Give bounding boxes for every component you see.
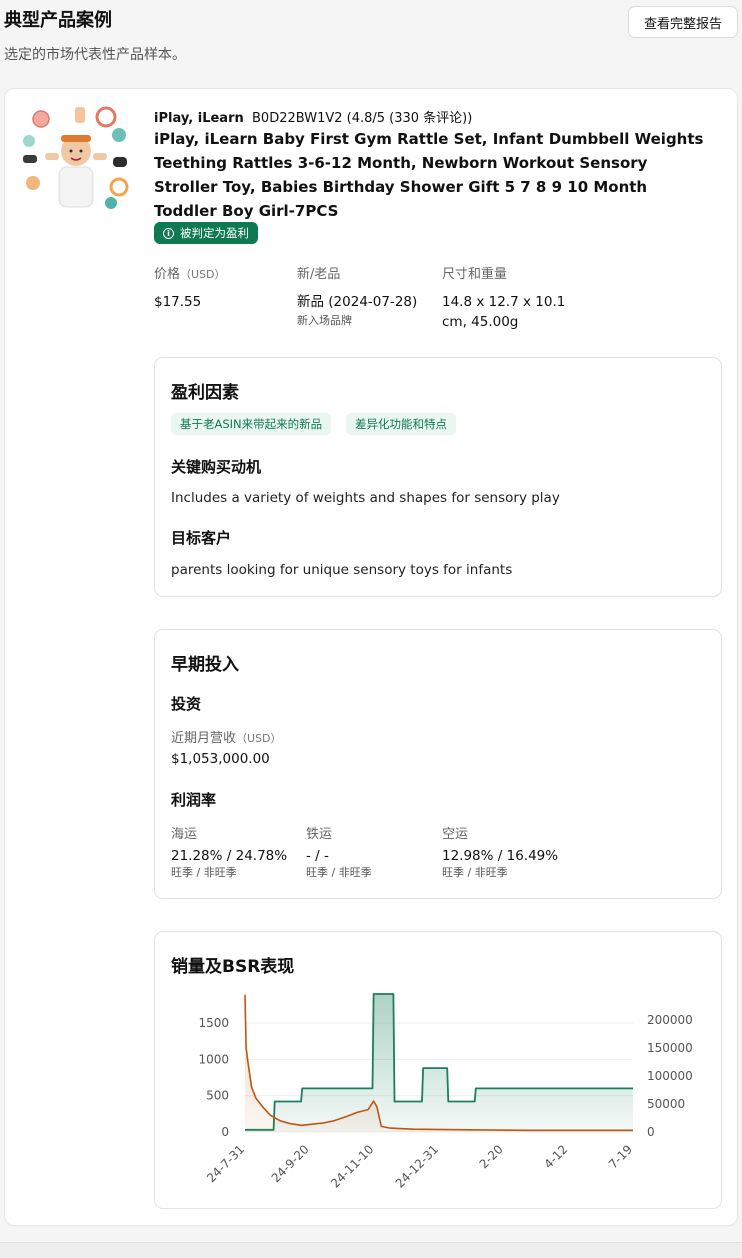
x-axis-tick: 7-19 (606, 1142, 635, 1171)
asin-rating: B0D22BW1V2 (4.8/5 (330 条评论)) (252, 111, 473, 126)
sales-bsr-card: 销量及BSR表现 0 500 1000 1500 0 50000 100000 150000 2… (154, 931, 722, 1209)
profit-factors-title: 盈利因素 (171, 383, 239, 403)
early-investment-card: 早期投入 投资 近期月营收（USD） $1,053,000.00 利润率 海运 … (154, 629, 722, 899)
customer-title: 目标客户 (171, 529, 232, 547)
x-axis-tick: 2-20 (477, 1142, 506, 1171)
revenue-label: 近期月营收 (171, 731, 237, 746)
price-label: 价格 (154, 267, 181, 282)
right-axis-tick: 0 (647, 1125, 655, 1139)
x-axis-tick: 24-12-31 (393, 1142, 441, 1190)
motive-title: 关键购买动机 (171, 458, 262, 476)
margin-value: 12.98% / 16.49% (442, 848, 559, 864)
age-sub: 新入场品牌 (297, 314, 352, 327)
info-icon: i (163, 227, 174, 239)
page-subtitle: 选定的市场代表性产品样本。 (4, 47, 186, 63)
age-field: 新/老品 新品 (2024-07-28) 新入场品牌 (297, 263, 417, 328)
price-unit: （USD） (180, 268, 226, 281)
revenue-value: $1,053,000.00 (171, 751, 270, 767)
margin-hint: 旺季 / 非旺季 (306, 866, 372, 879)
profit-factors-card: 盈利因素 基于老ASIN来带起来的新品 差异化功能和特点 关键购买动机 Incl… (154, 357, 722, 597)
price-field: 价格（USD） $17.55 (154, 263, 226, 312)
left-axis-tick: 1000 (198, 1052, 229, 1066)
page-title: 典型产品案例 (4, 10, 112, 31)
x-axis-tick: 24-7-31 (204, 1142, 247, 1185)
view-full-report-button[interactable]: 查看完整报告 (628, 6, 738, 38)
margin-sea: 海运 21.28% / 24.78% 旺季 / 非旺季 (171, 823, 287, 880)
right-axis-tick: 150000 (647, 1041, 693, 1055)
profit-status-badge: i 被判定为盈利 (154, 222, 258, 244)
bottom-strip (0, 1242, 742, 1258)
early-investment-title: 早期投入 (171, 655, 239, 675)
margin-hint: 旺季 / 非旺季 (442, 866, 508, 879)
margin-rail: 铁运 - / - 旺季 / 非旺季 (306, 823, 372, 880)
right-axis-tick: 200000 (647, 1013, 693, 1027)
right-axis-tick: 50000 (647, 1097, 685, 1111)
profit-status-label: 被判定为盈利 (180, 226, 249, 240)
left-axis-tick: 0 (221, 1125, 229, 1139)
customer-text: parents looking for unique sensory toys … (171, 562, 513, 578)
margin-label: 海运 (171, 827, 198, 842)
investment-title: 投资 (171, 695, 202, 713)
x-axis-tick: 4-12 (541, 1142, 570, 1171)
profit-tag-2: 差异化功能和特点 (346, 413, 456, 435)
right-axis-tick: 100000 (647, 1069, 693, 1083)
x-axis-tick: 24-11-10 (328, 1142, 376, 1190)
brand-name: iPlay, iLearn (154, 111, 244, 126)
price-value: $17.55 (154, 294, 202, 310)
brand-asin-line: iPlay, iLearn B0D22BW1V2 (4.8/5 (330 条评论… (154, 107, 472, 126)
sales-bsr-chart: 0 500 1000 1500 0 50000 100000 150000 200000 24-7… (198, 993, 693, 1191)
margin-label: 铁运 (306, 827, 333, 842)
product-title[interactable]: iPlay, iLearn Baby First Gym Rattle Set,… (154, 127, 714, 223)
size-label: 尺寸和重量 (442, 267, 508, 282)
age-label: 新/老品 (297, 267, 341, 282)
x-axis-tick: 24-9-20 (269, 1142, 312, 1185)
revenue-unit: （USD） (236, 732, 282, 745)
product-card: iPlay, iLearn B0D22BW1V2 (4.8/5 (330 条评论… (4, 88, 738, 1226)
product-image (21, 105, 131, 211)
margin-air: 空运 12.98% / 16.49% 旺季 / 非旺季 (442, 823, 558, 880)
margin-hint: 旺季 / 非旺季 (171, 866, 237, 879)
sales-series-area (245, 994, 633, 1132)
size-field: 尺寸和重量 14.8 x 12.7 x 10.1 cm, 45.00g (442, 263, 582, 332)
size-value: 14.8 x 12.7 x 10.1 cm, 45.00g (442, 294, 566, 330)
motive-text: Includes a variety of weights and shapes… (171, 490, 560, 506)
profit-tag-1: 基于老ASIN来带起来的新品 (171, 413, 332, 435)
margin-value: 21.28% / 24.78% (171, 848, 288, 864)
margin-value: - / - (306, 848, 329, 864)
margin-label: 空运 (442, 827, 469, 842)
revenue-label-row: 近期月营收（USD） (171, 727, 282, 746)
age-value: 新品 (2024-07-28) (297, 294, 418, 310)
left-axis-tick: 1500 (198, 1016, 229, 1030)
left-axis-tick: 500 (206, 1089, 229, 1103)
margin-title: 利润率 (171, 791, 217, 809)
